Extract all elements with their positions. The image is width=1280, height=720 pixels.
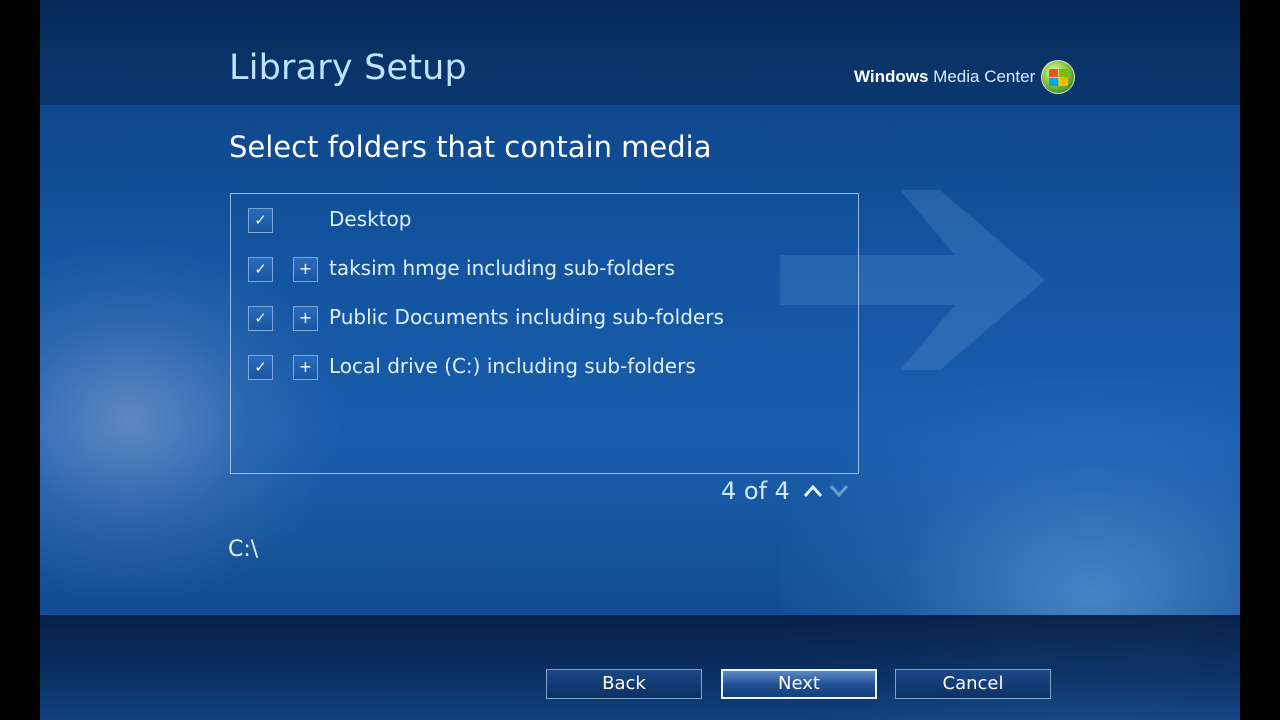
folder-list: ✓ Desktop ✓ + taksim hmge including sub-… <box>230 193 859 474</box>
footer-band <box>40 615 1240 720</box>
expand-plus-icon[interactable]: + <box>293 355 318 380</box>
cancel-button[interactable]: Cancel <box>895 669 1051 699</box>
windows-logo-icon <box>1041 60 1076 94</box>
chevron-up-icon[interactable] <box>802 480 824 502</box>
page-title: Library Setup <box>229 48 467 88</box>
checkbox-checked[interactable]: ✓ <box>248 355 273 380</box>
media-center-screen: Library Setup Windows Media Center Selec… <box>40 0 1240 720</box>
page-subtitle: Select folders that contain media <box>229 130 712 164</box>
folder-label: taksim hmge including sub-folders <box>329 256 675 280</box>
pager: 4 of 4 <box>721 476 850 506</box>
expand-plus-icon[interactable]: + <box>293 257 318 282</box>
checkbox-checked[interactable]: ✓ <box>248 306 273 331</box>
folder-row-taksim[interactable]: ✓ + taksim hmge including sub-folders <box>231 249 858 289</box>
folder-row-desktop[interactable]: ✓ Desktop <box>231 200 858 240</box>
expand-plus-icon[interactable]: + <box>293 306 318 331</box>
brand-text-rest: Media Center <box>928 67 1036 86</box>
checkbox-checked[interactable]: ✓ <box>248 257 273 282</box>
folder-label: Local drive (C:) including sub-folders <box>329 354 696 378</box>
brand-text: Windows Media Center <box>854 67 1035 87</box>
folder-row-local-drive[interactable]: ✓ + Local drive (C:) including sub-folde… <box>231 347 858 387</box>
folder-label: Desktop <box>329 207 412 231</box>
brand-text-bold: Windows <box>854 67 929 86</box>
current-path: C:\ <box>228 537 259 562</box>
checkbox-checked[interactable]: ✓ <box>248 208 273 233</box>
chevron-down-icon[interactable] <box>828 480 850 502</box>
pager-count: 4 of 4 <box>721 477 790 505</box>
back-button[interactable]: Back <box>546 669 702 699</box>
next-button[interactable]: Next <box>721 669 877 699</box>
folder-label: Public Documents including sub-folders <box>329 305 724 329</box>
windows-media-center-brand: Windows Media Center <box>854 60 1076 94</box>
folder-row-public-documents[interactable]: ✓ + Public Documents including sub-folde… <box>231 298 858 338</box>
